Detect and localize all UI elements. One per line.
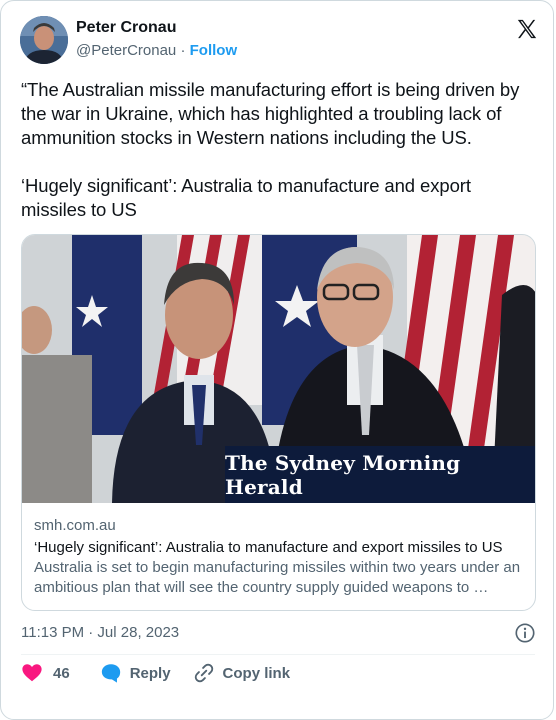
like-count: 46 [53, 664, 70, 682]
tweet-timestamp[interactable]: 11:13 PM · Jul 28, 2023 [21, 624, 179, 641]
tweet-text: “The Australian missile manufacturing ef… [21, 79, 520, 220]
copy-link-button[interactable]: Copy link [193, 662, 291, 684]
heart-icon [22, 664, 42, 682]
copy-link-label: Copy link [222, 664, 291, 682]
x-logo-icon[interactable] [516, 18, 538, 40]
follow-button[interactable]: Follow [190, 42, 238, 59]
author-info: Peter Cronau @PeterCronau · Follow [76, 18, 237, 61]
card-title: ‘Hugely significant’: Australia to manuf… [34, 539, 503, 556]
separator-dot: · [180, 42, 186, 59]
card-domain: smh.com.au [34, 517, 116, 534]
tweet-header: Peter Cronau @PeterCronau · Follow [20, 16, 540, 66]
info-icon[interactable] [514, 622, 536, 644]
masthead-logo: The Sydney Morning Herald [225, 446, 535, 503]
card-description: Australia is set to begin manufacturing … [34, 559, 521, 596]
tweet-card: Peter Cronau @PeterCronau · Follow “The … [0, 0, 554, 720]
avatar[interactable] [20, 16, 68, 64]
handle-line: @PeterCronau · Follow [76, 41, 237, 61]
reply-label: Reply [129, 664, 171, 682]
author-name[interactable]: Peter Cronau [76, 18, 237, 38]
author-handle[interactable]: @PeterCronau [76, 42, 176, 59]
card-image: The Sydney Morning Herald [22, 235, 535, 503]
divider [21, 654, 535, 655]
action-bar: 46 Reply Copy link [21, 661, 290, 685]
like-button[interactable]: 46 [21, 662, 70, 684]
reply-bubble-icon [101, 664, 120, 683]
link-card[interactable]: The Sydney Morning Herald smh.com.au ‘Hu… [21, 234, 536, 611]
card-meta: smh.com.au ‘Hugely significant’: Austral… [34, 516, 525, 598]
link-icon [194, 663, 213, 683]
reply-button[interactable]: Reply [100, 662, 171, 684]
